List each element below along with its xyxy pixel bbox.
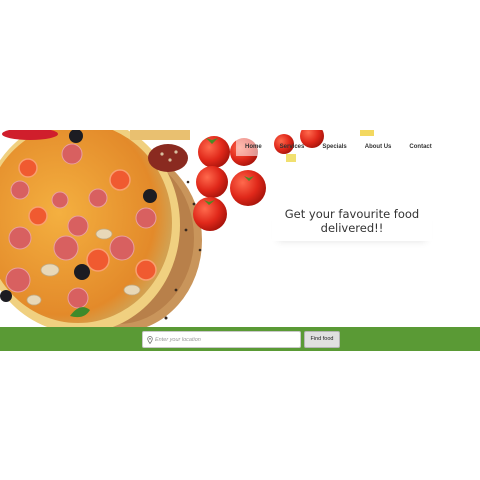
nav-about-us[interactable]: About Us — [356, 138, 401, 156]
main-nav: Home Services Specials About Us Contact — [236, 137, 441, 157]
location-input-container[interactable] — [142, 331, 301, 348]
find-food-button[interactable]: Find food — [304, 331, 340, 348]
nav-contact[interactable]: Contact — [400, 138, 440, 156]
nav-services[interactable]: Services — [271, 138, 314, 156]
hero-tagline: Get your favourite food delivered!! — [272, 207, 432, 241]
location-input[interactable] — [153, 336, 293, 343]
nav-specials[interactable]: Specials — [313, 138, 355, 156]
nav-home[interactable]: Home — [236, 138, 271, 156]
